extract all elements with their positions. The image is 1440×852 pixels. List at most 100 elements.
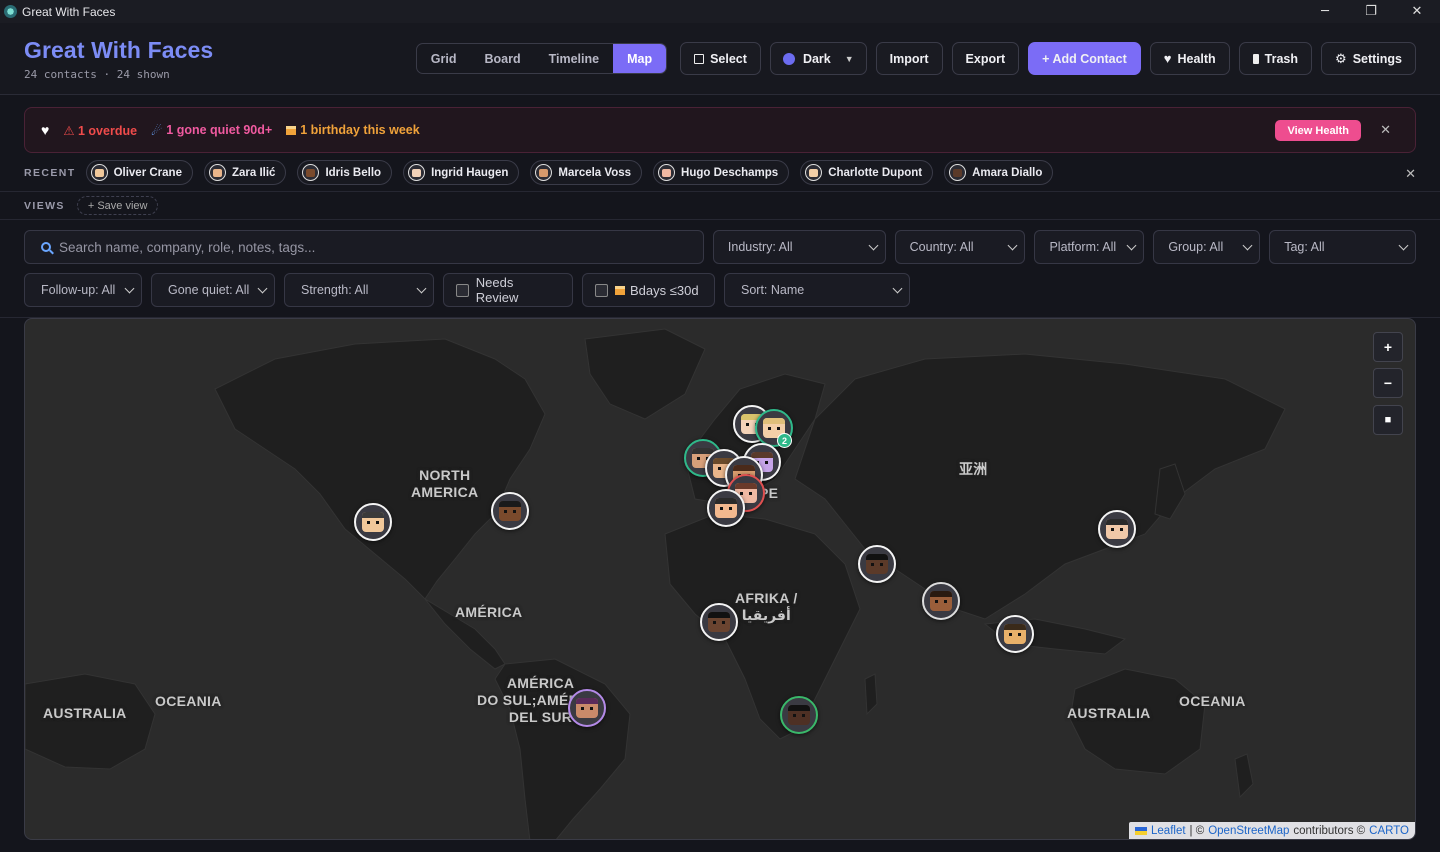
recent-contact-name: Oliver Crane <box>113 166 182 179</box>
needs-review-label: Needs Review <box>475 275 519 305</box>
view-health-button[interactable]: View Health <box>1275 120 1361 141</box>
recent-contact-chip[interactable]: Ingrid Haugen <box>403 160 520 185</box>
attribution-separator: | © <box>1189 824 1205 837</box>
region-label-australia-left: AUSTRALIA <box>43 705 127 721</box>
contact-marker[interactable] <box>568 689 606 727</box>
avatar <box>658 164 676 181</box>
avatar <box>535 164 553 181</box>
leaflet-link[interactable]: Leaflet <box>1151 825 1186 837</box>
industry-filter[interactable]: Industry: All <box>712 230 886 264</box>
platform-label: Platform: All <box>1049 240 1117 254</box>
theme-label: Dark <box>802 51 831 66</box>
tab-board[interactable]: Board <box>470 44 534 73</box>
recent-contact-chip[interactable]: Idris Bello <box>297 160 393 185</box>
cake-icon <box>615 285 625 295</box>
contact-count: 24 contacts · 24 shown <box>24 67 170 81</box>
heart-icon: ♥ <box>1163 51 1172 66</box>
contact-marker[interactable] <box>491 492 529 530</box>
sort-select[interactable]: Sort: Name <box>724 273 910 307</box>
checkbox-icon <box>456 283 469 297</box>
contact-marker[interactable] <box>354 503 392 541</box>
contact-marker[interactable] <box>707 489 745 527</box>
contacts-map[interactable]: NORTH AMERICA AMÉRICA AMÉRICA DO SUL;AMÉRI… <box>24 318 1416 840</box>
views-label: VIEWS <box>24 199 65 212</box>
recent-contact-chip[interactable]: Amara Diallo <box>944 160 1054 185</box>
avatar <box>949 164 967 181</box>
chevron-down-icon <box>1242 240 1253 251</box>
recent-contact-chip[interactable]: Oliver Crane <box>85 160 193 185</box>
avatar <box>788 705 810 725</box>
close-banner-icon[interactable]: ✕ <box>1380 122 1391 138</box>
chevron-down-icon <box>1398 240 1409 251</box>
tag-filter[interactable]: Tag: All <box>1269 230 1416 264</box>
strength-label: Strength: All <box>301 283 369 297</box>
close-window-button[interactable]: ✕ <box>1394 0 1440 23</box>
theme-dropdown[interactable]: Dark ▼ <box>769 42 867 75</box>
quiet-alert[interactable]: ☄ 1 gone quiet 90d+ <box>151 123 272 138</box>
platform-filter[interactable]: Platform: All <box>1034 230 1145 264</box>
chevron-down-icon <box>1126 240 1137 251</box>
save-view-button[interactable]: + Save view <box>76 196 159 215</box>
osm-link[interactable]: OpenStreetMap <box>1208 825 1289 837</box>
zoom-in-button[interactable]: + <box>1373 332 1403 362</box>
contact-marker[interactable] <box>996 615 1034 653</box>
tab-grid[interactable]: Grid <box>417 44 471 73</box>
contact-marker[interactable] <box>922 582 960 620</box>
recent-contact-chip[interactable]: Marcela Voss <box>530 160 643 185</box>
view-switcher: Grid Board Timeline Map <box>415 43 668 74</box>
avatar <box>708 612 730 632</box>
settings-button[interactable]: ⚙ Settings <box>1321 42 1416 75</box>
contact-marker[interactable] <box>1098 510 1136 548</box>
recent-contact-chip[interactable]: Zara Ilić <box>203 160 287 185</box>
close-recent-icon[interactable]: ✕ <box>1405 166 1416 182</box>
region-label-africa: AFRIKA / أفريقيا <box>735 590 798 623</box>
recent-contact-chip[interactable]: Hugo Deschamps <box>653 160 790 185</box>
minimize-button[interactable]: ─ <box>1302 0 1348 23</box>
region-label-australia-right: AUSTRALIA <box>1067 705 1151 721</box>
import-button[interactable]: Import <box>875 42 943 75</box>
bdays-checkbox[interactable]: Bdays ≤30d <box>582 273 715 307</box>
followup-filter[interactable]: Follow-up: All <box>24 273 142 307</box>
group-filter[interactable]: Group: All <box>1153 230 1261 264</box>
tab-timeline[interactable]: Timeline <box>535 44 613 73</box>
overdue-alert[interactable]: ⚠ 1 overdue <box>63 123 137 138</box>
industry-label: Industry: All <box>727 240 793 254</box>
avatar <box>302 164 320 181</box>
country-filter[interactable]: Country: All <box>894 230 1026 264</box>
select-label: Select <box>710 51 747 66</box>
recent-contact-chip[interactable]: Charlotte Dupont <box>800 160 934 185</box>
search-input[interactable]: Search name, company, role, notes, tags.… <box>24 230 704 264</box>
trash-button[interactable]: Trash <box>1238 42 1313 75</box>
carto-link[interactable]: CARTO <box>1369 825 1409 837</box>
chevron-down-icon <box>257 283 268 294</box>
avatar <box>1004 624 1026 644</box>
health-button[interactable]: ♥ Health <box>1149 42 1230 75</box>
avatar <box>208 164 226 181</box>
recent-contact-name: Amara Diallo <box>972 166 1043 179</box>
birthday-alert[interactable]: 1 birthday this week <box>286 123 420 137</box>
export-button[interactable]: Export <box>951 42 1020 75</box>
tab-map[interactable]: Map <box>613 44 667 73</box>
gone-quiet-filter[interactable]: Gone quiet: All <box>151 273 275 307</box>
gone-quiet-label: Gone quiet: All <box>168 283 250 297</box>
contact-marker[interactable] <box>858 545 896 583</box>
sort-label: Sort: Name <box>741 283 805 297</box>
contact-marker[interactable] <box>700 603 738 641</box>
attribution-contributors: contributors © <box>1293 824 1366 837</box>
zoom-out-button[interactable]: − <box>1373 368 1403 398</box>
fullscreen-button[interactable]: ■ <box>1373 405 1403 435</box>
contact-marker[interactable] <box>780 696 818 734</box>
maximize-button[interactable]: ❐ <box>1348 0 1394 23</box>
recent-contact-name: Charlotte Dupont <box>828 166 923 179</box>
app-title: Great With Faces <box>24 36 214 63</box>
add-contact-button[interactable]: + Add Contact <box>1028 42 1141 75</box>
saved-views-bar: VIEWS + Save view <box>0 192 1440 220</box>
health-alert-banner: ♥ ⚠ 1 overdue ☄ 1 gone quiet 90d+ 1 birt… <box>24 107 1416 153</box>
recent-contact-name: Zara Ilić <box>231 166 276 179</box>
select-button[interactable]: Select <box>680 42 761 75</box>
checkbox-icon <box>694 53 705 64</box>
strength-filter[interactable]: Strength: All <box>284 273 434 307</box>
chevron-down-icon <box>124 283 135 294</box>
avatar <box>499 501 521 521</box>
needs-review-checkbox[interactable]: Needs Review <box>443 273 573 307</box>
